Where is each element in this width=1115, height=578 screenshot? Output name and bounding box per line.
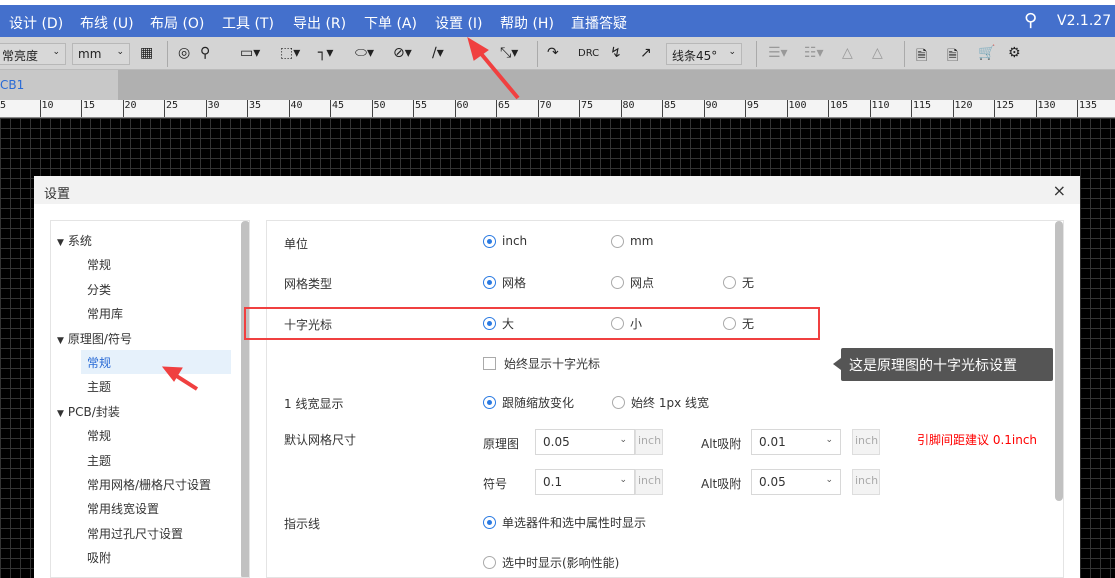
arrow-icon <box>161 366 199 391</box>
annotation-arrows <box>161 36 520 391</box>
arrow-icon <box>467 36 520 100</box>
